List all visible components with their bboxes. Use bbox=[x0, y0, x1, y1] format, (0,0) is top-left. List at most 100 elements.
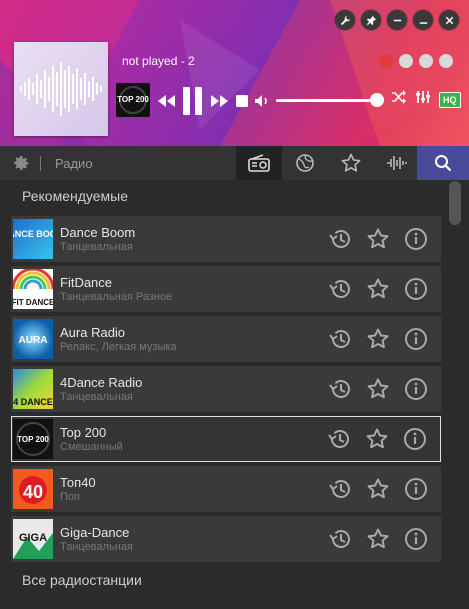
station-logo: TOP 200 bbox=[13, 419, 53, 459]
info-icon[interactable] bbox=[403, 276, 429, 302]
station-list-panel: Рекомендуемые DANCE BOOM Dance Boom Танц… bbox=[0, 180, 447, 609]
toolbar: Радио bbox=[0, 146, 469, 181]
favorite-star-icon[interactable] bbox=[365, 226, 391, 252]
favorite-star-icon[interactable] bbox=[365, 276, 391, 302]
fast-forward-icon[interactable] bbox=[208, 84, 232, 118]
station-genre: Танцевальная bbox=[60, 391, 133, 403]
list-item[interactable]: 40 Топ40 Поп bbox=[11, 466, 441, 512]
pin-icon[interactable] bbox=[361, 10, 381, 30]
volume-icon[interactable] bbox=[252, 84, 272, 118]
tab-recognize[interactable] bbox=[374, 146, 420, 180]
gamepad-icon[interactable] bbox=[399, 54, 413, 68]
info-icon[interactable] bbox=[403, 476, 429, 502]
list-item[interactable]: DANCE BOOM Dance Boom Танцевальная bbox=[11, 216, 441, 262]
gear-icon[interactable] bbox=[13, 155, 30, 172]
waveform-art-icon bbox=[20, 62, 102, 116]
info-icon[interactable] bbox=[403, 526, 429, 552]
globe-icon bbox=[296, 154, 314, 172]
station-genre: Танцевальная bbox=[60, 541, 133, 553]
stop-icon[interactable] bbox=[232, 84, 252, 118]
star-icon bbox=[341, 153, 361, 172]
info-icon[interactable] bbox=[402, 426, 428, 452]
info-icon[interactable] bbox=[403, 326, 429, 352]
app-window: not played - 2 TOP 200 HQ Радио Рекоменд… bbox=[0, 0, 469, 609]
station-name: 4Dance Radio bbox=[60, 375, 143, 390]
station-name: FitDance bbox=[60, 275, 113, 290]
info-icon[interactable] bbox=[403, 226, 429, 252]
rewind-icon[interactable] bbox=[154, 84, 178, 118]
station-logo: 40 bbox=[13, 469, 53, 509]
station-genre: Поп bbox=[60, 491, 80, 503]
station-logo: 4 DANCE bbox=[13, 369, 53, 409]
pause-icon[interactable] bbox=[178, 84, 208, 118]
section-label: Радио bbox=[55, 156, 93, 171]
shuffle-icon[interactable] bbox=[391, 90, 407, 109]
station-mini-logo: TOP 200 bbox=[116, 83, 150, 117]
history-icon[interactable] bbox=[327, 526, 353, 552]
album-cover bbox=[14, 42, 108, 136]
favorite-star-icon[interactable] bbox=[365, 376, 391, 402]
list-item[interactable]: FIT DANCE FitDance Танцевальная Разное bbox=[11, 266, 441, 312]
player-header: not played - 2 TOP 200 HQ bbox=[0, 0, 469, 146]
search-icon bbox=[435, 155, 452, 172]
station-name: Top 200 bbox=[60, 425, 107, 440]
svg-text:TOP 200: TOP 200 bbox=[17, 435, 49, 444]
station-list: DANCE BOOM Dance Boom Танцевальная FIT D… bbox=[11, 216, 441, 566]
station-logo: DANCE BOOM bbox=[13, 219, 53, 259]
svg-text:4 DANCE: 4 DANCE bbox=[13, 397, 53, 407]
list-item[interactable]: GIGA Giga-Dance Танцевальная bbox=[11, 516, 441, 562]
history-icon[interactable] bbox=[327, 226, 353, 252]
waveform-icon bbox=[387, 156, 407, 170]
svg-text:GIGA: GIGA bbox=[19, 532, 47, 544]
station-logo: GIGA bbox=[13, 519, 53, 559]
all-stations-heading[interactable]: Все радиостанции bbox=[22, 572, 142, 588]
minimize-to-tray-icon[interactable] bbox=[387, 10, 407, 30]
toolbar-divider bbox=[40, 156, 41, 171]
playback-controls bbox=[154, 84, 272, 118]
station-genre: Танцевальная bbox=[60, 241, 133, 253]
list-item[interactable]: AURA Aura Radio Релакс, Легкая музыка bbox=[11, 316, 441, 362]
player-options: HQ bbox=[391, 90, 461, 109]
history-icon[interactable] bbox=[327, 476, 353, 502]
close-icon[interactable] bbox=[439, 10, 459, 30]
tab-favorites[interactable] bbox=[328, 146, 374, 180]
station-genre: Релакс, Легкая музыка bbox=[60, 341, 177, 353]
history-icon[interactable] bbox=[327, 376, 353, 402]
tab-world[interactable] bbox=[282, 146, 328, 180]
history-icon[interactable] bbox=[327, 276, 353, 302]
view-tabs bbox=[236, 146, 420, 180]
station-name: Топ40 bbox=[60, 475, 96, 490]
source-icons bbox=[379, 54, 453, 68]
search-button[interactable] bbox=[417, 146, 469, 180]
track-title: not played - 2 bbox=[122, 54, 195, 68]
minimize-icon[interactable] bbox=[413, 10, 433, 30]
svg-text:FIT DANCE: FIT DANCE bbox=[13, 298, 53, 307]
equalizer-icon[interactable] bbox=[415, 90, 431, 109]
volume-slider-track[interactable] bbox=[276, 99, 376, 102]
favorite-star-icon[interactable] bbox=[365, 476, 391, 502]
radio-icon bbox=[248, 154, 270, 172]
favorite-star-icon[interactable] bbox=[365, 526, 391, 552]
favorite-star-icon[interactable] bbox=[365, 326, 391, 352]
history-icon[interactable] bbox=[327, 326, 353, 352]
station-genre: Танцевальная Разное bbox=[60, 291, 173, 303]
station-name: Giga-Dance bbox=[60, 525, 130, 540]
station-name: Dance Boom bbox=[60, 225, 136, 240]
chrome-icon[interactable] bbox=[419, 54, 433, 68]
info-icon[interactable] bbox=[403, 376, 429, 402]
list-item-selected[interactable]: TOP 200 Top 200 Смешанный bbox=[11, 416, 441, 462]
history-icon[interactable] bbox=[326, 426, 352, 452]
globe-small-icon[interactable] bbox=[439, 54, 453, 68]
scrollbar-thumb[interactable] bbox=[449, 181, 461, 225]
record-icon[interactable] bbox=[379, 54, 393, 68]
scrollbar[interactable] bbox=[447, 180, 469, 609]
list-item[interactable]: 4 DANCE 4Dance Radio Танцевальная bbox=[11, 366, 441, 412]
wrench-icon[interactable] bbox=[335, 10, 355, 30]
station-genre: Смешанный bbox=[60, 441, 123, 453]
station-logo: FIT DANCE bbox=[13, 269, 53, 309]
volume-slider-knob[interactable] bbox=[370, 93, 384, 107]
tab-radio[interactable] bbox=[236, 146, 282, 180]
favorite-star-icon[interactable] bbox=[364, 426, 390, 452]
recommended-heading: Рекомендуемые bbox=[22, 188, 128, 204]
hq-toggle[interactable]: HQ bbox=[439, 91, 461, 108]
